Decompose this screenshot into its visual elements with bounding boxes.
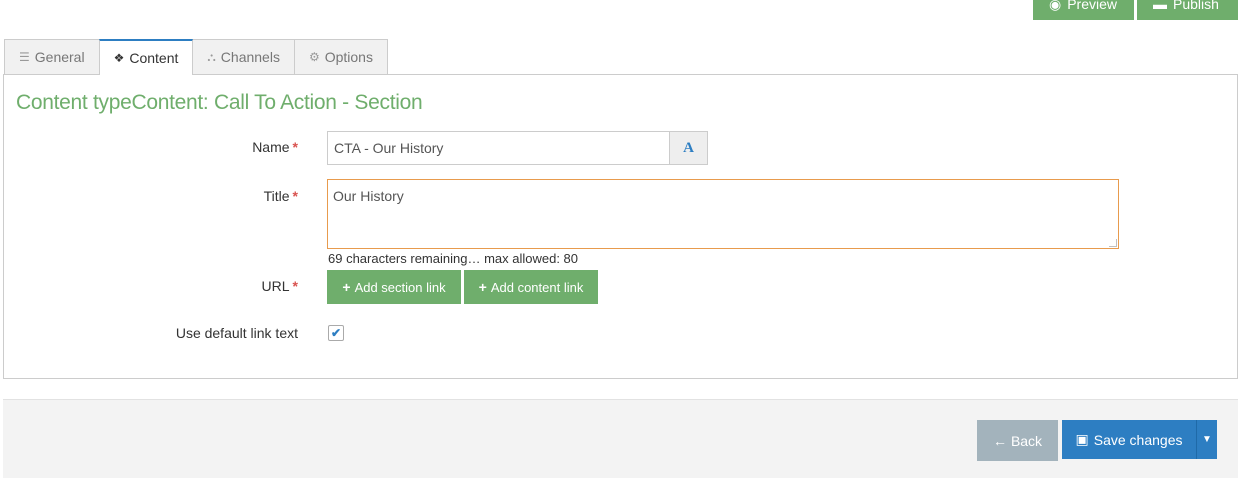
sliders-icon: ☰: [19, 50, 30, 64]
tab-content-label: Content: [129, 50, 179, 66]
add-content-link-label: Add content link: [490, 279, 584, 295]
floppy-disk-icon: ▣: [1075, 431, 1089, 447]
required-mark: *: [292, 139, 298, 155]
url-label: URL *: [4, 278, 298, 294]
tab-content[interactable]: ❖ Content: [98, 39, 194, 75]
back-button[interactable]: ← Back: [977, 420, 1058, 461]
checkmark-icon: ✔: [330, 326, 342, 340]
publish-icon: ▬: [1153, 0, 1167, 12]
default-link-label: Use default link text: [175, 325, 298, 341]
add-content-link-button[interactable]: + Add content link: [464, 270, 598, 304]
save-changes-button[interactable]: ▣ Save changes: [1062, 420, 1196, 459]
caret-down-icon: ▼: [1202, 434, 1212, 445]
save-label: Save changes: [1093, 431, 1183, 448]
sitemap-icon: ⛬: [207, 49, 216, 64]
footer-bar: ← Back ▣ Save changes ▼: [3, 399, 1238, 478]
title-label: Title *: [4, 188, 298, 204]
title-value: Our History: [333, 188, 404, 204]
default-link-checkbox[interactable]: ✔: [328, 325, 344, 341]
save-options-dropdown[interactable]: ▼: [1196, 420, 1217, 459]
url-label-text: URL: [261, 278, 290, 294]
plus-icon: +: [342, 279, 351, 295]
tab-options-label: Options: [324, 49, 373, 65]
preview-button[interactable]: ◉ Preview: [1033, 0, 1134, 20]
plus-icon: +: [478, 279, 487, 295]
tab-general[interactable]: ☰ General: [4, 39, 100, 74]
required-mark: *: [292, 188, 298, 204]
name-input[interactable]: CTA - Our History: [327, 131, 670, 165]
add-section-link-label: Add section link: [354, 279, 446, 295]
back-label: Back: [1010, 432, 1043, 449]
eye-icon: ◉: [1049, 0, 1062, 12]
tab-general-label: General: [34, 49, 85, 65]
resize-grip-icon[interactable]: [1109, 239, 1117, 247]
tab-channels[interactable]: ⛬ Channels: [192, 39, 295, 74]
preview-label: Preview: [1067, 0, 1118, 12]
required-mark: *: [292, 278, 298, 294]
arrow-left-icon: ←: [992, 432, 1007, 449]
publish-label: Publish: [1173, 0, 1219, 12]
gears-icon: ⚙: [308, 50, 320, 64]
cubes-icon: ❖: [113, 51, 125, 65]
name-label-text: Name: [252, 139, 290, 155]
content-panel: Content typeContent: Call To Action - Se…: [3, 74, 1238, 379]
add-section-link-button[interactable]: + Add section link: [327, 270, 461, 304]
top-toolbar: ◉ Preview ▬ Publish: [1033, 0, 1238, 20]
title-textarea[interactable]: Our History: [327, 179, 1119, 249]
font-style-icon[interactable]: A: [669, 131, 708, 165]
tab-bar: ☰ General ❖ Content ⛬ Channels ⚙ Options: [4, 39, 388, 75]
char-count-note: 69 characters remaining… max allowed: 80: [328, 251, 579, 266]
page-title: Content typeContent: Call To Action - Se…: [16, 91, 423, 114]
tab-options[interactable]: ⚙ Options: [293, 39, 388, 74]
tab-channels-label: Channels: [220, 49, 280, 65]
title-label-text: Title: [263, 188, 290, 204]
name-label: Name *: [4, 139, 298, 155]
publish-button[interactable]: ▬ Publish: [1137, 0, 1238, 20]
